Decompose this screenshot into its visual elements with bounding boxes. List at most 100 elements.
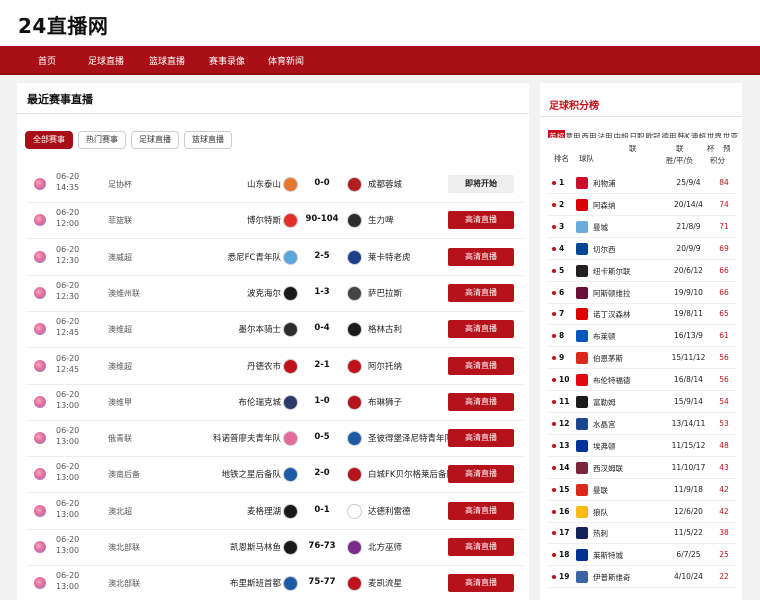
standings-row[interactable]: 18 莱斯特城 6/7/25 25 bbox=[548, 544, 736, 567]
watch-live-button[interactable]: 高清直播 bbox=[448, 392, 514, 411]
match-league[interactable]: 澳南后备 bbox=[108, 469, 140, 480]
watch-live-button[interactable]: 即将开始 bbox=[448, 175, 514, 193]
standings-row[interactable]: 12 水晶宫 13/14/11 53 bbox=[548, 413, 736, 435]
filter-tab[interactable]: 足球直播 bbox=[131, 131, 179, 149]
league-tab[interactable]: 法甲 bbox=[597, 130, 613, 138]
away-team[interactable]: 圣彼得堡泽尼特青年队 bbox=[368, 432, 453, 444]
team-name[interactable]: 伯恩茅斯 bbox=[593, 353, 623, 364]
nav-item[interactable]: 体育新闻 bbox=[268, 54, 304, 67]
team-name[interactable]: 纽卡斯尔联 bbox=[593, 266, 631, 277]
team-name[interactable]: 埃弗顿 bbox=[593, 441, 616, 452]
home-team[interactable]: 山东泰山 bbox=[247, 178, 281, 190]
match-row[interactable]: 06-20 13:00 澳北部联 布里斯班首都 75-77 麦凯流星 高清直播 bbox=[27, 566, 523, 600]
home-team[interactable]: 博尔特斯 bbox=[247, 214, 281, 226]
standings-row[interactable]: 17 热刺 11/5/22 38 bbox=[548, 522, 736, 545]
standings-row[interactable]: 19 伊普斯维奇 4/10/24 22 bbox=[548, 566, 736, 589]
match-league[interactable]: 澳北部联 bbox=[108, 542, 140, 553]
home-team[interactable]: 悉尼FC青年队 bbox=[228, 251, 281, 263]
home-team[interactable]: 波克海尔 bbox=[247, 287, 281, 299]
away-team[interactable]: 生力啤 bbox=[368, 214, 394, 226]
match-row[interactable]: 06-20 13:00 澳北超 麦格理湖 0-1 达德利雷德 高清直播 bbox=[27, 494, 523, 530]
standings-row[interactable]: 9 伯恩茅斯 15/11/12 56 bbox=[548, 347, 736, 370]
match-row[interactable]: 06-20 12:45 澳维超 丹德农市 2-1 阿尔托纳 高清直播 bbox=[27, 349, 523, 385]
match-row[interactable]: 06-20 12:30 澳威超 悉尼FC青年队 2-5 莱卡特老虎 高清直播 bbox=[27, 240, 523, 276]
team-name[interactable]: 曼联 bbox=[593, 485, 608, 496]
filter-tab[interactable]: 热门赛事 bbox=[78, 131, 126, 149]
standings-row[interactable]: 5 纽卡斯尔联 20/6/12 66 bbox=[548, 260, 736, 282]
league-tab[interactable]: 世亚 bbox=[722, 130, 738, 138]
league-tab[interactable]: 欧冠 bbox=[645, 130, 661, 138]
standings-row[interactable]: 13 埃弗顿 11/15/12 48 bbox=[548, 435, 736, 457]
home-team[interactable]: 科诺普廖夫青年队 bbox=[213, 432, 281, 444]
site-logo[interactable]: 24直播网 bbox=[18, 10, 108, 39]
nav-item[interactable]: 赛事录像 bbox=[209, 54, 245, 67]
team-name[interactable]: 狼队 bbox=[593, 507, 608, 518]
team-name[interactable]: 热刺 bbox=[593, 528, 608, 539]
league-tab[interactable]: 韩K bbox=[677, 130, 690, 138]
away-team[interactable]: 成都蓉城 bbox=[368, 178, 402, 190]
match-row[interactable]: 06-20 12:30 澳维州联 波克海尔 1-3 萨巴拉斯 高清直播 bbox=[27, 276, 523, 312]
league-tab[interactable]: 德甲 bbox=[661, 130, 677, 138]
match-row[interactable]: 06-20 12:00 菲篮联 博尔特斯 90-104 生力啤 高清直播 bbox=[27, 203, 523, 240]
home-team[interactable]: 地铁之星后备队 bbox=[221, 468, 281, 480]
match-league[interactable]: 菲篮联 bbox=[108, 215, 132, 226]
standings-row[interactable]: 16 狼队 12/6/20 42 bbox=[548, 501, 736, 523]
away-team[interactable]: 萨巴拉斯 bbox=[368, 287, 402, 299]
team-name[interactable]: 诺丁汉森林 bbox=[593, 309, 631, 320]
team-name[interactable]: 富勒姆 bbox=[593, 397, 616, 408]
home-team[interactable]: 布里斯班首都 bbox=[230, 577, 281, 589]
watch-live-button[interactable]: 高清直播 bbox=[448, 247, 514, 266]
match-league[interactable]: 澳维州联 bbox=[108, 288, 140, 299]
league-tab[interactable]: 意甲 bbox=[565, 130, 581, 138]
standings-row[interactable]: 4 切尔西 20/9/9 69 bbox=[548, 238, 736, 260]
away-team[interactable]: 阿尔托纳 bbox=[368, 360, 402, 372]
match-league[interactable]: 足协杯 bbox=[108, 179, 132, 190]
away-team[interactable]: 北方巫师 bbox=[368, 541, 402, 553]
team-name[interactable]: 莱斯特城 bbox=[593, 550, 623, 561]
league-tab[interactable]: 西甲 bbox=[581, 130, 597, 138]
match-row[interactable]: 06-20 13:00 俄青联 科诺普廖夫青年队 0-5 圣彼得堡泽尼特青年队 高清直播 bbox=[27, 421, 523, 458]
league-tab[interactable]: 中超 bbox=[613, 130, 629, 138]
team-name[interactable]: 伊普斯维奇 bbox=[593, 572, 631, 583]
away-team[interactable]: 格林古利 bbox=[368, 323, 402, 335]
team-name[interactable]: 布伦特福德 bbox=[593, 375, 631, 386]
home-team[interactable]: 墨尔本骑士 bbox=[238, 323, 281, 335]
away-team[interactable]: 麦凯流星 bbox=[368, 577, 402, 589]
standings-row[interactable]: 7 诺丁汉森林 19/8/11 65 bbox=[548, 303, 736, 326]
nav-item[interactable]: 足球直播 bbox=[88, 54, 124, 67]
watch-live-button[interactable]: 高清直播 bbox=[448, 465, 514, 484]
standings-row[interactable]: 1 利物浦 25/9/4 84 bbox=[548, 172, 736, 194]
standings-row[interactable]: 10 布伦特福德 16/8/14 56 bbox=[548, 369, 736, 392]
watch-live-button[interactable]: 高清直播 bbox=[448, 429, 514, 448]
away-team[interactable]: 达德利雷德 bbox=[368, 505, 411, 517]
match-league[interactable]: 澳北部联 bbox=[108, 578, 140, 589]
team-name[interactable]: 水晶宫 bbox=[593, 419, 616, 430]
away-team[interactable]: 布琳狮子 bbox=[368, 396, 402, 408]
match-row[interactable]: 06-20 14:35 足协杯 山东泰山 0-0 成都蓉城 即将开始 bbox=[27, 167, 523, 203]
match-league[interactable]: 澳北超 bbox=[108, 506, 132, 517]
league-tab[interactable]: 英超 bbox=[548, 130, 565, 138]
standings-row[interactable]: 2 阿森纳 20/14/4 74 bbox=[548, 194, 736, 216]
home-team[interactable]: 麦格理湖 bbox=[247, 505, 281, 517]
away-team[interactable]: 白城FK贝尔格莱后备队 bbox=[368, 468, 455, 480]
team-name[interactable]: 阿斯顿维拉 bbox=[593, 288, 631, 299]
league-tab[interactable]: 世界 bbox=[706, 130, 722, 138]
nav-item[interactable]: 篮球直播 bbox=[149, 54, 185, 67]
match-league[interactable]: 俄青联 bbox=[108, 433, 132, 444]
home-team[interactable]: 布伦瑞克城 bbox=[238, 396, 281, 408]
team-name[interactable]: 布莱顿 bbox=[593, 331, 616, 342]
home-team[interactable]: 丹德农市 bbox=[247, 360, 281, 372]
team-name[interactable]: 切尔西 bbox=[593, 244, 616, 255]
league-tab[interactable]: 日职 bbox=[629, 130, 645, 138]
team-name[interactable]: 西汉姆联 bbox=[593, 463, 623, 474]
league-tab[interactable]: 澳超 bbox=[690, 130, 706, 138]
match-league[interactable]: 澳维超 bbox=[108, 324, 132, 335]
watch-live-button[interactable]: 高清直播 bbox=[448, 538, 514, 556]
match-league[interactable]: 澳维甲 bbox=[108, 397, 132, 408]
standings-row[interactable]: 15 曼联 11/9/18 42 bbox=[548, 479, 736, 501]
match-row[interactable]: 06-20 12:45 澳维超 墨尔本骑士 0-4 格林古利 高清直播 bbox=[27, 312, 523, 349]
watch-live-button[interactable]: 高清直播 bbox=[448, 574, 514, 593]
filter-tab[interactable]: 全部赛事 bbox=[25, 131, 73, 149]
watch-live-button[interactable]: 高清直播 bbox=[448, 320, 514, 339]
standings-row[interactable]: 14 西汉姆联 11/10/17 43 bbox=[548, 457, 736, 479]
